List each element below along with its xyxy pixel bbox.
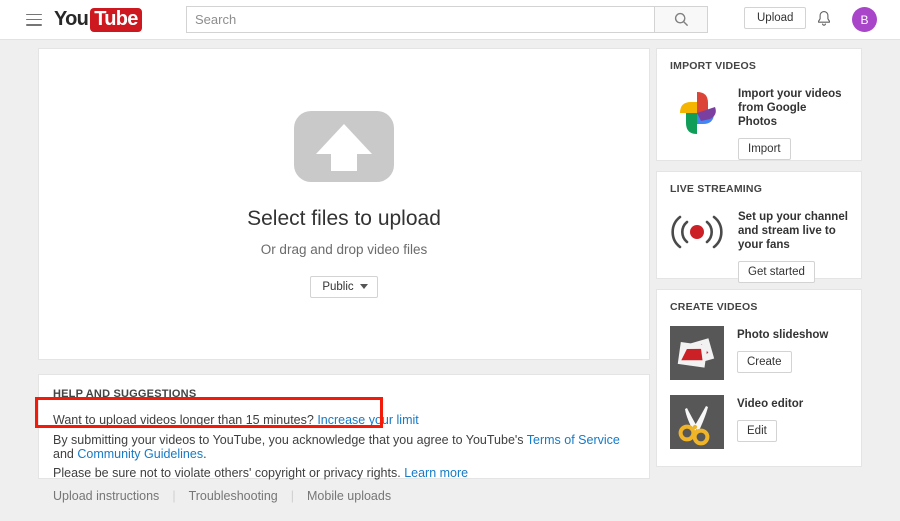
upload-arrow-glyph <box>294 111 394 182</box>
learn-more-link[interactable]: Learn more <box>404 466 468 480</box>
increase-limit-text: Want to upload videos longer than 15 min… <box>53 413 314 427</box>
privacy-dropdown[interactable]: Public <box>310 276 377 298</box>
terms-of-service-link[interactable]: Terms of Service <box>527 433 620 447</box>
copyright-text: Please be sure not to violate others' co… <box>53 466 401 480</box>
edit-video-button[interactable]: Edit <box>737 420 777 442</box>
search-button[interactable] <box>654 6 708 33</box>
import-videos-text: Import your videos from Google Photos <box>738 87 848 129</box>
copyright-row: Please be sure not to violate others' co… <box>53 466 635 480</box>
terms-row: By submitting your videos to YouTube, yo… <box>53 433 635 461</box>
create-videos-heading: CREATE VIDEOS <box>670 301 848 313</box>
photo-slideshow-body: Photo slideshow Create <box>737 326 828 380</box>
google-photos-icon <box>670 86 724 160</box>
top-header-bar: You Tube Upload B <box>0 0 900 40</box>
community-guidelines-link[interactable]: Community Guidelines <box>77 447 203 461</box>
live-streaming-body: Set up your channel and stream live to y… <box>738 209 848 283</box>
search-input[interactable] <box>186 6 654 33</box>
import-videos-heading: IMPORT VIDEOS <box>670 60 848 72</box>
video-editor-scissors-icon <box>670 395 724 449</box>
import-videos-body: Import your videos from Google Photos Im… <box>738 86 848 160</box>
photo-slideshow-icon <box>670 326 724 380</box>
live-broadcast-glyph <box>670 209 724 255</box>
privacy-value: Public <box>322 281 353 293</box>
link-separator: | <box>291 489 294 503</box>
photo-slideshow-row: Photo slideshow Create <box>670 326 848 380</box>
live-streaming-text: Set up your channel and stream live to y… <box>738 210 848 252</box>
help-heading: HELP AND SUGGESTIONS <box>53 388 635 400</box>
notifications-bell-icon <box>816 10 832 28</box>
chevron-down-icon <box>360 284 368 289</box>
photo-slideshow-title: Photo slideshow <box>737 328 828 342</box>
youtube-upload-page: You Tube Upload B <box>0 0 900 521</box>
google-photos-pinwheel-glyph <box>670 86 724 140</box>
avatar[interactable]: B <box>852 7 877 32</box>
video-editor-row: Video editor Edit <box>670 395 848 449</box>
terms-period: . <box>203 447 206 461</box>
avatar-initial: B <box>860 13 868 27</box>
upload-title: Select files to upload <box>247 207 441 231</box>
logo-you-text: You <box>54 8 88 31</box>
upload-instructions-link[interactable]: Upload instructions <box>53 489 159 503</box>
upload-subtitle: Or drag and drop video files <box>261 242 428 257</box>
import-videos-row: Import your videos from Google Photos Im… <box>670 86 848 160</box>
upload-arrow-icon[interactable] <box>294 111 394 182</box>
import-videos-card: IMPORT VIDEOS Import your videos from Go… <box>656 48 862 161</box>
terms-and-text: and <box>53 447 74 461</box>
live-streaming-heading: LIVE STREAMING <box>670 183 848 195</box>
mobile-uploads-link[interactable]: Mobile uploads <box>307 489 391 503</box>
video-editor-body: Video editor Edit <box>737 395 803 449</box>
help-footer-links: Upload instructions | Troubleshooting | … <box>53 489 635 503</box>
increase-limit-row: Want to upload videos longer than 15 min… <box>53 413 635 427</box>
upload-dropzone-panel[interactable]: Select files to upload Or drag and drop … <box>38 48 650 360</box>
hamburger-menu-icon[interactable] <box>26 14 42 26</box>
terms-text: By submitting your videos to YouTube, yo… <box>53 433 524 447</box>
live-streaming-card: LIVE STREAMING Set up your channel and s… <box>656 171 862 279</box>
search-bar <box>186 6 708 33</box>
search-icon <box>674 12 689 27</box>
increase-your-limit-link[interactable]: Increase your limit <box>317 413 418 427</box>
troubleshooting-link[interactable]: Troubleshooting <box>189 489 278 503</box>
upload-button[interactable]: Upload <box>744 7 806 29</box>
help-and-suggestions-panel: HELP AND SUGGESTIONS Want to upload vide… <box>38 374 650 479</box>
create-slideshow-button[interactable]: Create <box>737 351 792 373</box>
photo-slideshow-glyph <box>670 326 724 380</box>
notifications-button[interactable] <box>816 10 832 33</box>
live-streaming-row: Set up your channel and stream live to y… <box>670 209 848 283</box>
get-started-button[interactable]: Get started <box>738 261 815 283</box>
link-separator: | <box>172 489 175 503</box>
import-button[interactable]: Import <box>738 138 791 160</box>
live-broadcast-icon <box>670 209 724 283</box>
video-editor-scissors-glyph <box>670 395 724 449</box>
video-editor-title: Video editor <box>737 397 803 411</box>
create-videos-card: CREATE VIDEOS Photo slideshow Cr <box>656 289 862 467</box>
logo-tube-text: Tube <box>90 8 142 32</box>
youtube-logo[interactable]: You Tube <box>54 8 142 32</box>
